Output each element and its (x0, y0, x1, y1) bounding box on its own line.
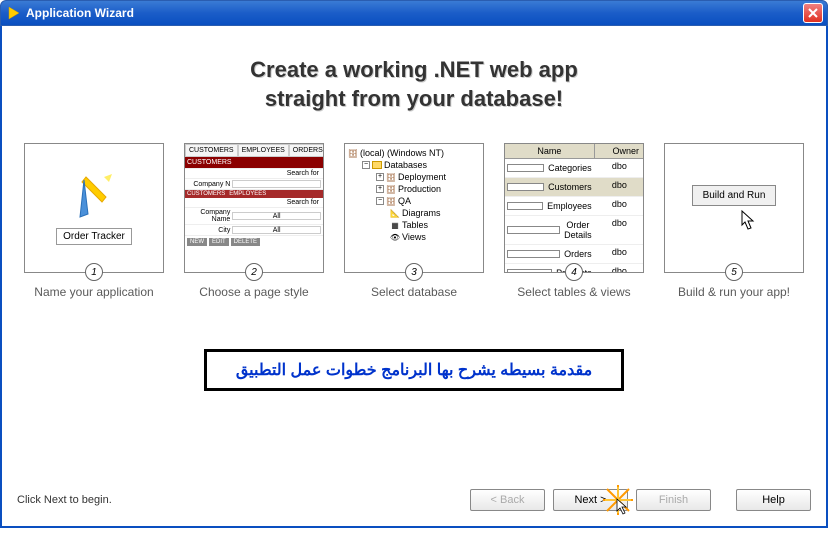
step-2-preview: CUSTOMERS EMPLOYEES ORDERS CUSTOMERS Sea… (184, 143, 324, 273)
step-3-label: Select database (339, 285, 489, 299)
step-2-number: 2 (245, 263, 263, 281)
step-5: Build and Run 5 Build & run your app! (659, 143, 809, 299)
step-4-number: 4 (565, 263, 583, 281)
step-4: NameOwner Categoriesdbo Customersdbo Emp… (499, 143, 649, 299)
app-name-field: Order Tracker (56, 228, 132, 245)
cursor-icon (740, 209, 758, 231)
steps-row: Order Tracker 1 Name your application CU… (17, 143, 811, 299)
window-frame: Create a working .NET web app straight f… (0, 26, 828, 528)
style-header: CUSTOMERS (187, 159, 232, 166)
wizard-icon (74, 172, 114, 222)
hero-line2: straight from your database! (265, 86, 563, 111)
step-3-number: 3 (405, 263, 423, 281)
next-button[interactable]: Next > (553, 489, 628, 511)
col-owner: Owner (595, 144, 643, 158)
app-icon (5, 5, 21, 21)
back-button[interactable]: < Back (470, 489, 545, 511)
step-1: Order Tracker 1 Name your application (19, 143, 169, 299)
db-root: (local) (Windows NT) (360, 148, 444, 158)
tab-customers: CUSTOMERS (185, 144, 238, 157)
step-3: 🗄(local) (Windows NT) −Databases +🗄Deplo… (339, 143, 489, 299)
window-title: Application Wizard (26, 6, 803, 20)
tab-employees: EMPLOYEES (238, 144, 289, 157)
step-5-number: 5 (725, 263, 743, 281)
step-1-number: 1 (85, 263, 103, 281)
footer-hint: Click Next to begin. (17, 494, 462, 506)
titlebar: Application Wizard (0, 0, 828, 26)
step-2-label: Choose a page style (179, 285, 329, 299)
annotation-text: مقدمة بسيطه يشرح بها البرنامج خطوات عمل … (222, 360, 606, 380)
step-1-label: Name your application (19, 285, 169, 299)
finish-button[interactable]: Finish (636, 489, 711, 511)
col-name: Name (505, 144, 595, 158)
build-run-preview: Build and Run (692, 185, 777, 206)
content-area: Create a working .NET web app straight f… (7, 31, 821, 521)
step-1-preview: Order Tracker (24, 143, 164, 273)
db-folder: Databases (384, 160, 427, 170)
close-button[interactable] (803, 3, 823, 23)
step-2: CUSTOMERS EMPLOYEES ORDERS CUSTOMERS Sea… (179, 143, 329, 299)
step-4-label: Select tables & views (499, 285, 649, 299)
tab-orders: ORDERS (289, 144, 324, 157)
hero-heading: Create a working .NET web app straight f… (17, 56, 811, 113)
step-4-preview: NameOwner Categoriesdbo Customersdbo Emp… (504, 143, 644, 273)
hero-line1: Create a working .NET web app (250, 57, 578, 82)
step-5-label: Build & run your app! (659, 285, 809, 299)
footer-bar: Click Next to begin. < Back Next > Finis… (17, 489, 811, 511)
annotation-box: مقدمة بسيطه يشرح بها البرنامج خطوات عمل … (204, 349, 624, 391)
help-button[interactable]: Help (736, 489, 811, 511)
step-3-preview: 🗄(local) (Windows NT) −Databases +🗄Deplo… (344, 143, 484, 273)
step-5-preview: Build and Run (664, 143, 804, 273)
